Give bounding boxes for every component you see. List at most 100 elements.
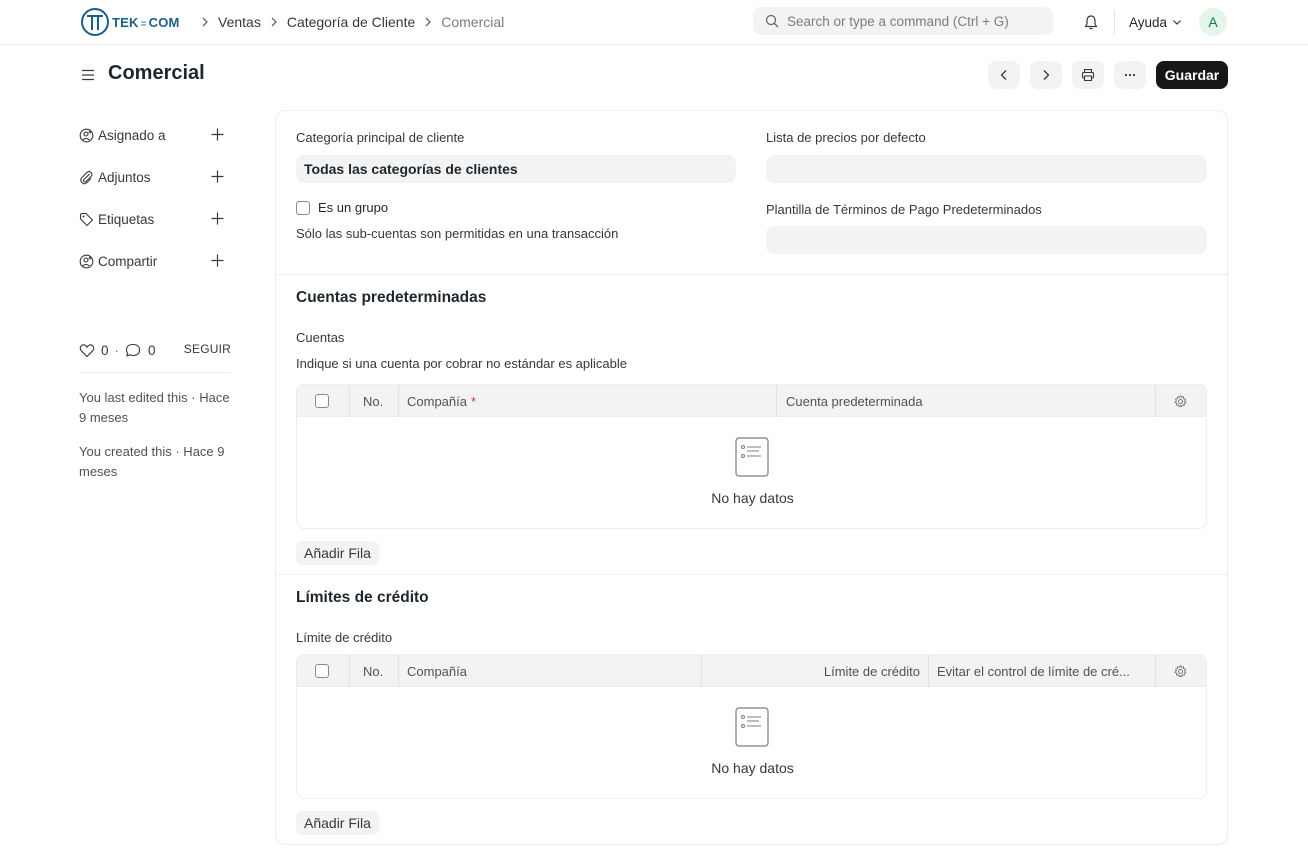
search-input[interactable]: [787, 13, 1037, 29]
breadcrumb: Ventas Categoría de Cliente Comercial: [192, 0, 504, 44]
gear-icon[interactable]: [1174, 665, 1187, 678]
more-horizontal-icon: [1124, 73, 1136, 77]
section-divider: [276, 274, 1227, 275]
column-separator: [349, 385, 350, 417]
chevron-right-icon: [1043, 70, 1050, 80]
column-header-credit-limit: Límite de crédito: [823, 663, 920, 679]
search-icon: [765, 14, 779, 28]
add-row-button[interactable]: Añadir Fila: [296, 541, 379, 565]
navbar-divider: [1114, 10, 1115, 34]
sidebar-toggle-icon[interactable]: [80, 67, 96, 83]
plus-icon[interactable]: [210, 169, 225, 184]
navbar: TEK = COM Ventas Categoría de Cliente Come…: [0, 0, 1308, 45]
sidebar-item-label: Compartir: [98, 253, 158, 269]
column-header-company: Compañía *: [407, 393, 477, 409]
previous-record-button[interactable]: [988, 61, 1020, 89]
credit-section-title[interactable]: Límites de crédito: [296, 589, 429, 607]
user-avatar[interactable]: A: [1199, 8, 1227, 36]
gear-icon[interactable]: [1174, 395, 1187, 408]
column-header-default-account: Cuenta predeterminada: [786, 393, 923, 409]
created-info: You created this · Hace 9 meses: [79, 444, 225, 479]
paperclip-icon: [80, 170, 93, 184]
empty-state: No hay datos: [297, 687, 1206, 798]
page-title: Comercial: [108, 62, 205, 84]
table-header: No. Compañía * Cuenta predeterminada: [297, 385, 1206, 417]
select-all-checkbox[interactable]: [315, 394, 329, 408]
accounts-table-label: Cuentas: [296, 330, 345, 345]
column-separator: [398, 385, 399, 417]
credit-limits-table: No. Compañía Límite de crédito Evitar el…: [296, 654, 1207, 799]
like-count: 0: [101, 342, 109, 358]
credit-table-label: Límite de crédito: [296, 630, 393, 645]
plus-icon[interactable]: [210, 253, 225, 268]
column-header-bypass-credit-check: Evitar el control de límite de cré...: [937, 663, 1130, 679]
is-group-description: Sólo las sub-cuentas son permitidas en u…: [296, 226, 619, 241]
chevron-right-icon: [269, 17, 279, 27]
comment-icon[interactable]: [125, 343, 141, 358]
empty-state: No hay datos: [297, 417, 1206, 528]
app-logo[interactable]: TEK = COM: [80, 7, 180, 37]
column-separator: [1155, 385, 1156, 417]
column-separator: [776, 385, 777, 417]
sidebar-item-tags[interactable]: Etiquetas: [79, 204, 231, 234]
column-separator: [928, 655, 929, 687]
empty-state-text: No hay datos: [711, 760, 794, 776]
help-label: Ayuda: [1129, 14, 1168, 30]
breadcrumb-comercial[interactable]: Comercial: [441, 14, 504, 30]
required-mark: *: [470, 393, 477, 409]
is-group-label: Es un grupo: [318, 200, 389, 215]
sidebar-item-label: Etiquetas: [98, 211, 155, 227]
chevron-right-icon: [200, 17, 210, 27]
parent-category-label: Categoría principal de cliente: [296, 130, 465, 145]
column-separator: [1155, 655, 1156, 687]
printer-icon: [1081, 68, 1095, 82]
column-header-company: Compañía: [407, 663, 467, 679]
notifications-bell-icon[interactable]: [1080, 11, 1102, 33]
save-button[interactable]: Guardar: [1156, 61, 1228, 89]
more-actions-button[interactable]: [1114, 61, 1146, 89]
sidebar-item-label: Asignado a: [98, 127, 166, 143]
assign-user-icon: [79, 128, 94, 142]
follow-button[interactable]: SEGUIR: [184, 342, 231, 356]
sidebar-item-share[interactable]: Compartir: [79, 246, 231, 276]
accounts-table: No. Compañía * Cuenta predeterminada No h…: [296, 384, 1207, 529]
social-actions: 0 · 0 SEGUIR: [79, 340, 231, 360]
empty-list-icon: [735, 437, 769, 477]
tag-icon: [79, 212, 94, 226]
section-divider: [276, 574, 1227, 575]
plus-icon[interactable]: [210, 211, 225, 226]
next-record-button[interactable]: [1030, 61, 1062, 89]
breadcrumb-categoria-cliente[interactable]: Categoría de Cliente: [287, 14, 415, 30]
sidebar-item-attachments[interactable]: Adjuntos: [79, 162, 231, 192]
sidebar-divider: [79, 372, 231, 373]
print-button[interactable]: [1072, 61, 1104, 89]
heart-icon[interactable]: [79, 343, 95, 358]
chevron-right-icon: [423, 17, 433, 27]
sidebar-item-assigned-to[interactable]: Asignado a: [79, 120, 231, 150]
column-header-no: No.: [363, 393, 384, 409]
price-list-label: Lista de precios por defecto: [766, 130, 926, 145]
accounts-section-title[interactable]: Cuentas predeterminadas: [296, 289, 486, 307]
is-group-checkbox[interactable]: [296, 201, 310, 215]
add-row-button[interactable]: Añadir Fila: [296, 811, 379, 835]
plus-icon[interactable]: [210, 127, 225, 142]
table-header: No. Compañía Límite de crédito Evitar el…: [297, 655, 1206, 687]
sidebar-item-label: Adjuntos: [98, 169, 151, 185]
price-list-field[interactable]: [766, 155, 1207, 183]
empty-list-icon: [735, 707, 769, 747]
column-separator: [398, 655, 399, 687]
comment-count: 0: [148, 342, 156, 358]
payment-terms-field[interactable]: [766, 226, 1207, 254]
breadcrumb-ventas[interactable]: Ventas: [218, 14, 261, 30]
last-edited-info: You last edited this · Hace 9 meses: [79, 390, 230, 425]
chevron-down-icon: [1173, 20, 1181, 25]
chevron-left-icon: [1000, 70, 1007, 80]
search-bar[interactable]: [753, 7, 1053, 35]
logo-text: TEK = COM: [112, 14, 180, 30]
select-all-checkbox[interactable]: [315, 664, 329, 678]
page-head: Comercial Guardar: [0, 45, 1308, 105]
form-card: Categoría principal de cliente Todas las…: [275, 110, 1228, 845]
logo-mark-icon: [81, 8, 109, 36]
help-dropdown[interactable]: Ayuda: [1129, 0, 1182, 44]
parent-category-field[interactable]: Todas las categorías de clientes: [296, 155, 736, 183]
